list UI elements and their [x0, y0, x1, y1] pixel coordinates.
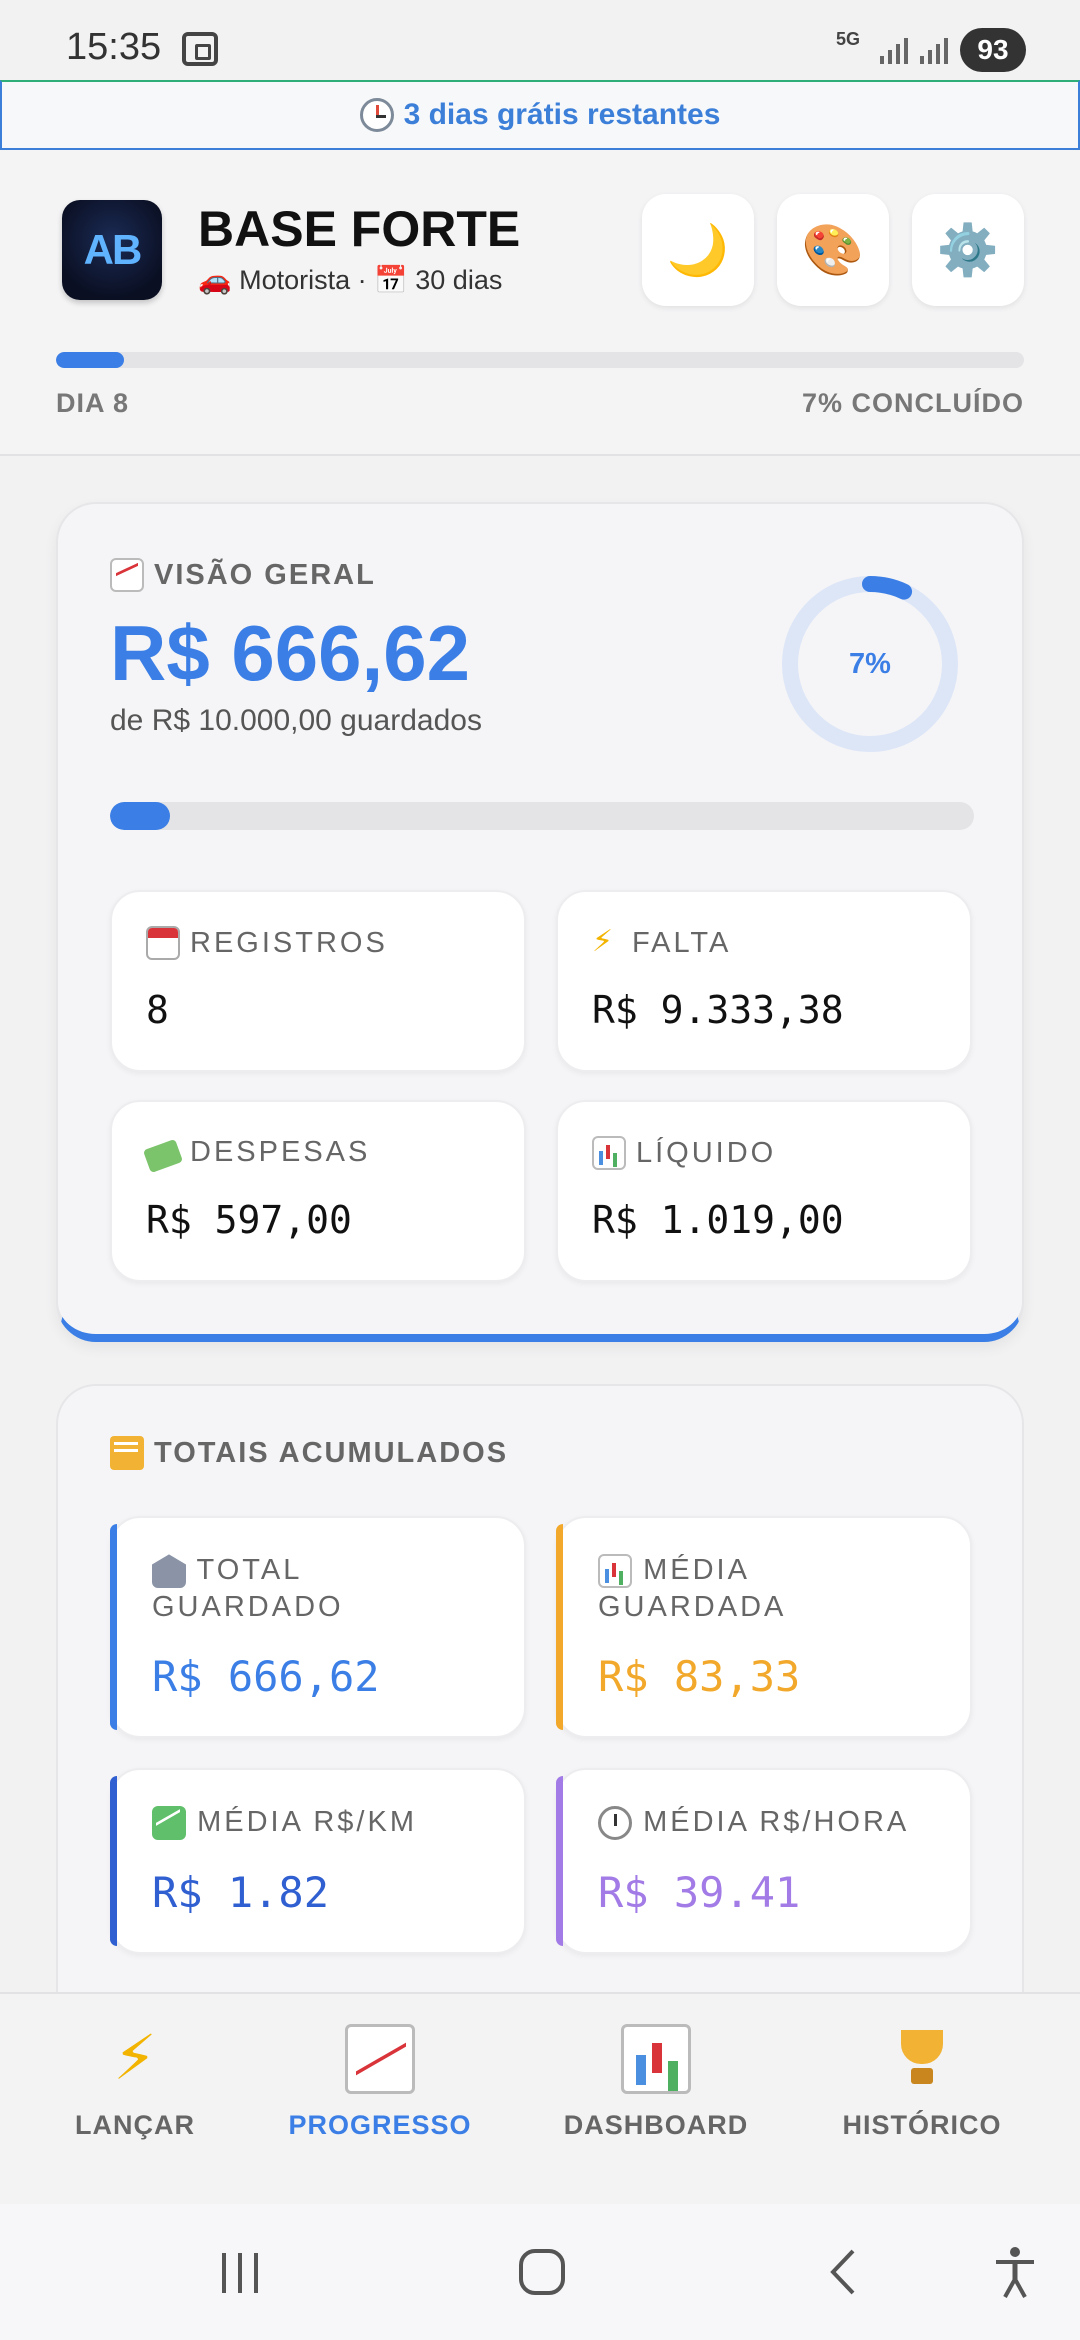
- accent-bar: [556, 1776, 563, 1946]
- media-hora-tile: MÉDIA R$/HORA R$ 39.41: [556, 1768, 972, 1954]
- system-nav-bar: [0, 2204, 1080, 2340]
- recents-icon: [222, 2253, 258, 2293]
- growth-chart-icon: [152, 1806, 186, 1841]
- gear-icon: ⚙️: [936, 221, 1000, 278]
- day-label: DIA 8: [56, 388, 130, 418]
- total-label: MÉDIA R$/HORA: [643, 1806, 910, 1838]
- stat-label: FALTA: [632, 926, 732, 959]
- app-logo: AB: [62, 200, 162, 300]
- stat-label: DESPESAS: [190, 1136, 371, 1168]
- trial-banner-text: 3 dias grátis restantes: [403, 98, 721, 131]
- accent-bar: [110, 1776, 117, 1946]
- nav-dashboard[interactable]: DASHBOARD: [546, 1994, 766, 2206]
- stat-value: 8: [146, 988, 169, 1032]
- bar-chart-icon: [621, 2024, 691, 2094]
- trophy-icon: [887, 2024, 957, 2094]
- goal-progress-fill: [56, 352, 124, 368]
- line-chart-icon: [345, 2024, 415, 2094]
- accent-bar: [556, 1524, 563, 1730]
- signal-icon: [920, 34, 952, 64]
- accessibility-button[interactable]: [980, 2204, 1050, 2340]
- stat-falta: FALTA R$ 9.333,38: [556, 890, 972, 1072]
- percent-complete-label: 7% CONCLUÍDO: [801, 388, 1024, 418]
- stat-label: REGISTROS: [190, 926, 388, 959]
- stat-liquido: LÍQUIDO R$ 1.019,00: [556, 1100, 972, 1282]
- lightning-icon: [592, 924, 622, 960]
- home-icon: [519, 2249, 565, 2295]
- bar-chart-icon: [592, 1136, 626, 1170]
- total-value: R$ 666,62: [152, 1652, 380, 1701]
- stat-value: R$ 9.333,38: [592, 988, 844, 1032]
- theme-button[interactable]: 🎨: [777, 194, 889, 306]
- chart-increasing-icon: [110, 558, 144, 592]
- goal-progress-bar: [56, 352, 1024, 368]
- accessibility-icon: [996, 2247, 1034, 2298]
- back-icon: [830, 2249, 855, 2295]
- overview-progress-fill: [110, 802, 171, 830]
- totals-card: TOTAIS ACUMULADOS TOTAL GUARDADO R$ 666,…: [56, 1384, 1024, 2024]
- bar-chart-icon: [598, 1554, 632, 1589]
- stat-registros: REGISTROS 8: [110, 890, 526, 1072]
- nav-label: PROGRESSO: [288, 2110, 472, 2140]
- settings-button[interactable]: ⚙️: [912, 194, 1024, 306]
- saved-amount: R$ 666,62: [110, 609, 470, 697]
- nav-label: LANÇAR: [75, 2110, 195, 2140]
- total-guardado-tile: TOTAL GUARDADO R$ 666,62: [110, 1516, 526, 1738]
- nav-historico[interactable]: HISTÓRICO: [812, 1994, 1032, 2206]
- overview-title-text: VISÃO GERAL: [154, 558, 376, 591]
- app-header: AB BASE FORTE 🚗 Motorista · 📅 30 dias 🌙 …: [0, 150, 1080, 456]
- app-subtitle: 🚗 Motorista · 📅 30 dias: [198, 265, 503, 295]
- app-title: BASE FORTE: [198, 201, 521, 257]
- nav-label: HISTÓRICO: [842, 2110, 1002, 2140]
- trial-banner[interactable]: 3 dias grátis restantes: [0, 80, 1080, 150]
- screenshot-icon: [182, 32, 218, 66]
- back-button[interactable]: [804, 2204, 884, 2340]
- signal-icon: [880, 34, 912, 64]
- home-button[interactable]: [502, 2204, 582, 2340]
- timer-icon: [598, 1806, 632, 1841]
- dark-mode-button[interactable]: 🌙: [642, 194, 754, 306]
- money-icon: [142, 1138, 184, 1173]
- bank-icon: [152, 1554, 186, 1589]
- clock-icon: [359, 98, 394, 132]
- network-type-label: 5G: [836, 29, 861, 49]
- status-bar: 15:35 5G 93: [0, 0, 1080, 80]
- stat-label: LÍQUIDO: [636, 1136, 777, 1169]
- total-value: R$ 1.82: [152, 1868, 330, 1917]
- progress-ring-label: 7%: [849, 647, 891, 680]
- media-km-tile: MÉDIA R$/KM R$ 1.82: [110, 1768, 526, 1954]
- overview-title: VISÃO GERAL: [110, 558, 376, 592]
- overview-progress-bar: [110, 802, 974, 830]
- status-time: 15:35: [66, 26, 162, 68]
- bottom-nav: ⚡ LANÇAR PROGRESSO DASHBOARD HISTÓRICO: [0, 1992, 1080, 2204]
- saved-amount-goal: de R$ 10.000,00 guardados: [110, 704, 482, 737]
- total-value: R$ 83,33: [598, 1652, 801, 1701]
- stat-despesas: DESPESAS R$ 597,00: [110, 1100, 526, 1282]
- recent-apps-button[interactable]: [200, 2204, 280, 2340]
- calendar-icon: [146, 926, 180, 960]
- accent-bar: [110, 1524, 117, 1730]
- palette-icon: 🎨: [801, 221, 865, 278]
- media-guardada-tile: MÉDIA GUARDADA R$ 83,33: [556, 1516, 972, 1738]
- stat-value: R$ 1.019,00: [592, 1198, 844, 1242]
- total-value: R$ 39.41: [598, 1868, 801, 1917]
- nav-progresso[interactable]: PROGRESSO: [270, 1994, 490, 2206]
- totals-title: TOTAIS ACUMULADOS: [110, 1436, 508, 1470]
- total-label: MÉDIA R$/KM: [197, 1806, 417, 1838]
- stat-value: R$ 597,00: [146, 1198, 352, 1242]
- nav-lancar[interactable]: ⚡ LANÇAR: [40, 1994, 230, 2206]
- folder-icon: [110, 1436, 144, 1470]
- battery-icon: 93: [960, 28, 1026, 72]
- nav-label: DASHBOARD: [563, 2110, 749, 2140]
- lightning-icon: ⚡: [113, 2024, 157, 2093]
- totals-title-text: TOTAIS ACUMULADOS: [154, 1436, 509, 1469]
- moon-icon: 🌙: [666, 221, 730, 278]
- overview-card: VISÃO GERAL R$ 666,62 de R$ 10.000,00 gu…: [56, 502, 1024, 1342]
